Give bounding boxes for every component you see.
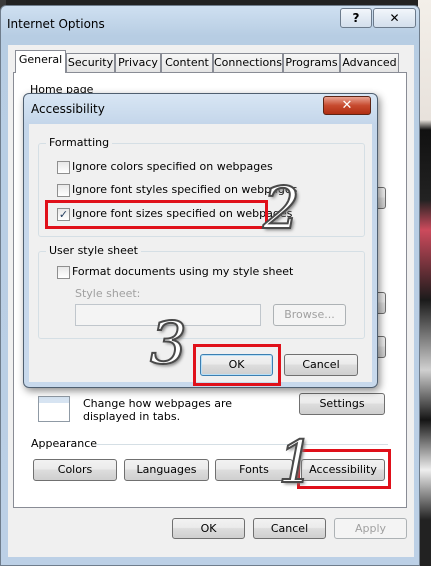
appearance-label: Appearance: [31, 437, 98, 450]
format-documents-checkbox[interactable]: [57, 266, 70, 279]
languages-button[interactable]: Languages: [124, 459, 209, 481]
tab-privacy[interactable]: Privacy: [115, 53, 161, 72]
tabs-description: Change how webpages are displayed in tab…: [83, 397, 233, 423]
step-1-annotation: 1: [277, 427, 316, 497]
ignore-colors-label: Ignore colors specified on webpages: [72, 160, 273, 173]
tab-general[interactable]: General: [15, 50, 66, 73]
cancel-button[interactable]: Cancel: [253, 518, 326, 539]
highlight-accessibility-ok: [193, 344, 281, 386]
ignore-colors-checkbox[interactable]: [57, 161, 70, 174]
browse-button[interactable]: Browse...: [273, 304, 346, 326]
accessibility-cancel-button[interactable]: Cancel: [284, 354, 358, 376]
step-3-annotation: 3: [149, 308, 188, 378]
tabs-settings-button[interactable]: Settings: [299, 393, 385, 415]
formatting-label: Formatting: [46, 136, 113, 149]
window-title: Internet Options: [7, 17, 105, 31]
highlight-ignore-font-sizes: [45, 200, 268, 229]
appearance-divider: [96, 444, 388, 445]
tab-advanced[interactable]: Advanced: [340, 53, 399, 72]
ignore-font-styles-checkbox[interactable]: [57, 184, 70, 197]
help-button[interactable]: ?: [340, 8, 372, 28]
ok-button[interactable]: OK: [172, 518, 245, 539]
format-documents-label: Format documents using my style sheet: [72, 265, 294, 278]
apply-button[interactable]: Apply: [334, 518, 407, 539]
tab-connections[interactable]: Connections: [213, 53, 283, 72]
accessibility-dialog-title: Accessibility: [31, 102, 105, 116]
tab-content[interactable]: Content: [161, 53, 213, 72]
step-2-annotation: 2: [262, 173, 301, 243]
tabs-icon: [38, 396, 70, 422]
accessibility-close-button[interactable]: ✕: [323, 96, 371, 115]
user-style-sheet-label: User style sheet: [46, 244, 141, 257]
colors-button[interactable]: Colors: [33, 459, 117, 481]
tab-programs[interactable]: Programs: [283, 53, 340, 72]
style-sheet-label: Style sheet:: [75, 287, 141, 300]
tab-security[interactable]: Security: [66, 53, 115, 72]
close-button[interactable]: ✕: [373, 8, 416, 28]
